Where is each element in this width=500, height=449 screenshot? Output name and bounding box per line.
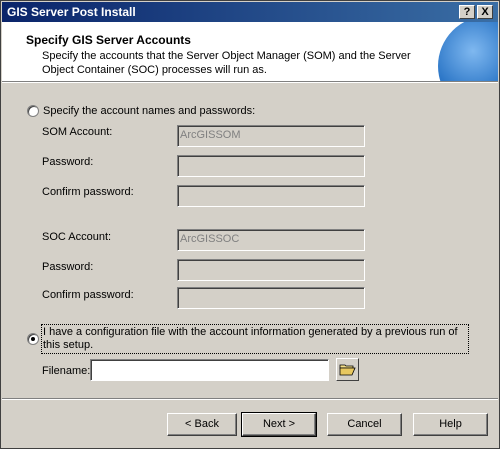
som-account-label: SOM Account: [42, 126, 113, 138]
browse-button[interactable] [336, 358, 359, 381]
soc-password-field[interactable] [177, 259, 365, 281]
help-button[interactable]: Help [413, 413, 488, 436]
header-description: Specify the accounts that the Server Obj… [42, 50, 411, 76]
next-button[interactable]: Next > [241, 412, 317, 437]
soc-confirm-password-field[interactable] [177, 287, 365, 309]
som-password-label: Password: [42, 156, 94, 168]
som-confirm-password-field[interactable] [177, 185, 365, 207]
soc-account-field[interactable]: ArcGISSOC [177, 229, 365, 251]
filename-input[interactable] [90, 359, 329, 381]
config-file-label[interactable]: I have a configuration file with the acc… [43, 326, 468, 352]
header-divider [2, 81, 498, 83]
wizard-header: Specify GIS Server Accounts Specify the … [2, 22, 498, 81]
cancel-button[interactable]: Cancel [327, 413, 402, 436]
som-password-field[interactable] [177, 155, 365, 177]
som-confirm-password-label: Confirm password: [42, 186, 134, 198]
help-title-button[interactable]: ? [459, 5, 475, 19]
close-button[interactable]: X [477, 5, 493, 19]
footer-divider [2, 398, 498, 400]
back-button[interactable]: < Back [167, 413, 237, 436]
specify-accounts-label[interactable]: Specify the account names and passwords: [43, 105, 255, 117]
globe-icon [438, 22, 498, 81]
filename-label: Filename: [42, 365, 91, 377]
config-file-radio[interactable] [27, 333, 39, 345]
folder-open-icon [339, 364, 356, 376]
specify-accounts-radio[interactable] [27, 105, 39, 117]
setup-dialog: GIS Server Post Install ? X Specify GIS … [0, 0, 500, 449]
soc-account-label: SOC Account: [42, 231, 112, 243]
som-account-field[interactable]: ArcGISSOM [177, 125, 365, 147]
soc-password-label: Password: [42, 261, 94, 273]
header-title: Specify GIS Server Accounts [26, 33, 191, 47]
window-title: GIS Server Post Install [7, 5, 136, 19]
soc-confirm-password-label: Confirm password: [42, 289, 134, 301]
title-bar[interactable]: GIS Server Post Install ? X [2, 2, 498, 22]
